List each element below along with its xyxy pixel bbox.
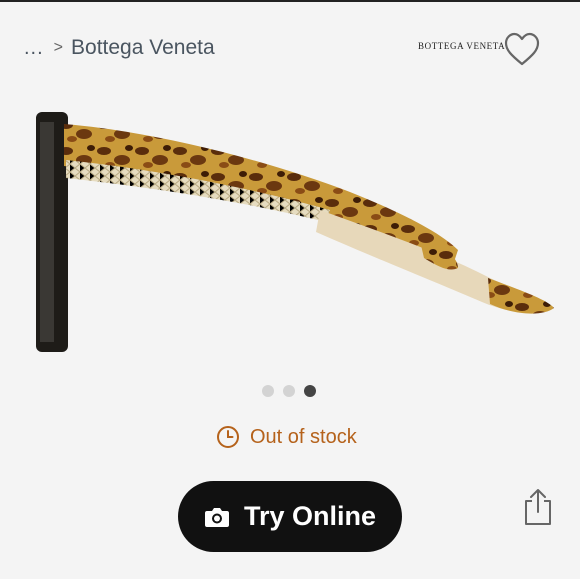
stock-status: Out of stock [216, 425, 357, 449]
brand-logo: BOTTEGA VENETA [418, 41, 506, 51]
top-divider [0, 0, 580, 2]
gallery-dots [262, 385, 316, 397]
breadcrumb-ellipsis[interactable]: ... [24, 37, 44, 60]
try-online-label: Try Online [243, 501, 377, 531]
breadcrumb-separator: > [53, 39, 64, 56]
clock-icon [217, 426, 239, 448]
stock-status-label: Out of stock [250, 425, 357, 448]
heart-icon[interactable] [503, 31, 541, 67]
camera-icon [204, 507, 229, 527]
gallery-dot-3[interactable] [304, 385, 316, 397]
product-image [36, 112, 554, 352]
share-icon[interactable] [522, 487, 554, 527]
try-online-button[interactable]: Try Online [178, 481, 402, 552]
gallery-dot-2[interactable] [283, 385, 295, 397]
breadcrumb: ... > Bottega Veneta [24, 34, 215, 62]
gallery-dot-1[interactable] [262, 385, 274, 397]
breadcrumb-brand[interactable]: Bottega Veneta [71, 36, 215, 60]
